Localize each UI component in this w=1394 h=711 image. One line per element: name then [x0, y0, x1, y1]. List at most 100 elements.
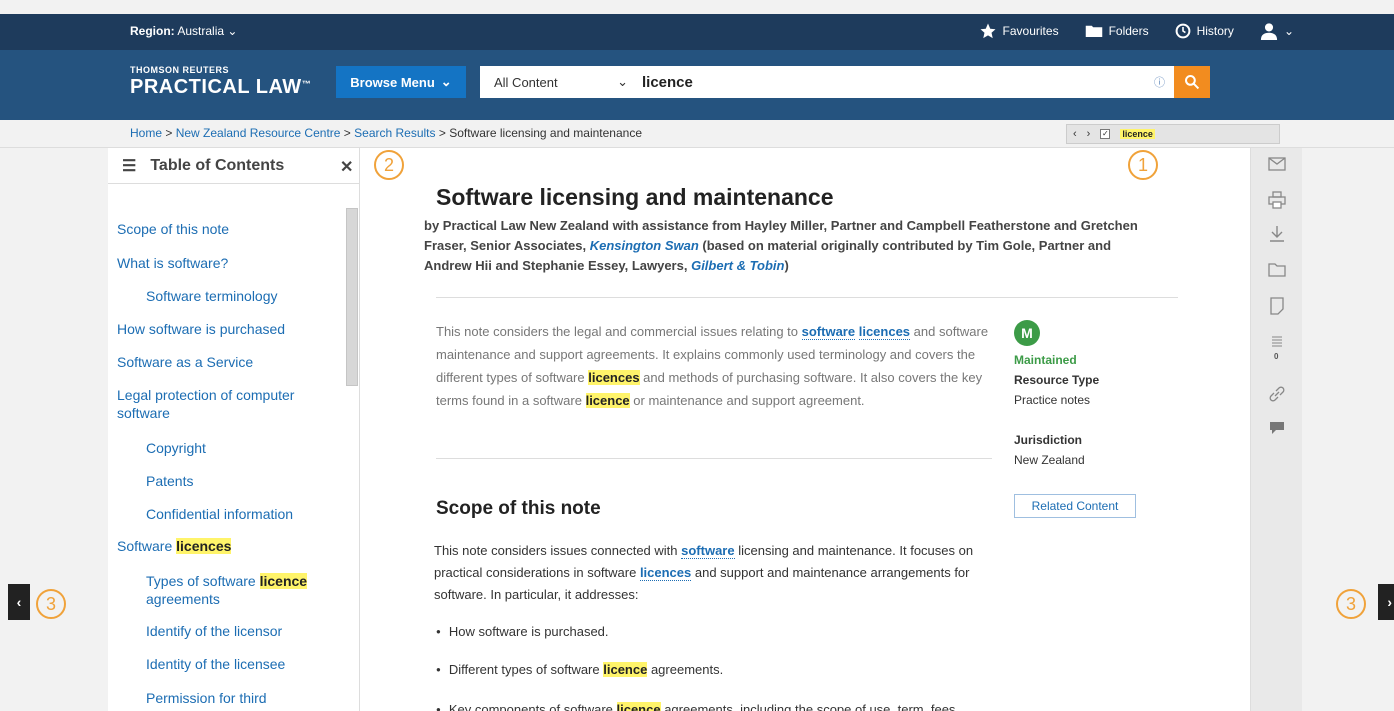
toc-item[interactable]: Types of software licence agreements	[146, 572, 336, 608]
toc-item[interactable]: Identify of the licensor	[146, 622, 336, 640]
breadcrumb-bar: Home > New Zealand Resource Centre > Sea…	[0, 120, 1394, 148]
region-selector[interactable]: Region: Australia ⌄	[130, 24, 237, 38]
toc-item[interactable]: Legal protection of computer software	[117, 386, 337, 422]
search-term-highlight: licence	[616, 702, 661, 711]
search-scope-select[interactable]: All Content ⌄	[480, 74, 638, 90]
star-icon	[980, 23, 996, 39]
document-toolbar: 0	[1250, 148, 1302, 711]
related-content-button[interactable]: Related Content	[1014, 494, 1136, 518]
callout-badge: 3	[1336, 589, 1366, 619]
scrollbar-thumb[interactable]	[346, 208, 358, 386]
search-term-highlight: licence	[603, 662, 648, 677]
chevron-down-icon: ⌄	[1283, 24, 1294, 38]
chevron-down-icon: ⌄	[617, 74, 628, 89]
table-of-contents: ☰ Table of Contents ✕ Scope of this note…	[108, 148, 360, 711]
toc-list: Scope of this note What is software? Sof…	[108, 184, 342, 711]
search-button[interactable]	[1174, 66, 1210, 98]
breadcrumb: Home > New Zealand Resource Centre > Sea…	[130, 126, 642, 140]
annotation-icon[interactable]	[1267, 296, 1287, 316]
toc-item[interactable]: How software is purchased	[117, 320, 337, 338]
search-term-highlight: licence	[259, 573, 308, 589]
document: Software licensing and maintenance by Pr…	[360, 148, 1250, 711]
search-bar: All Content ⌄ licence ⓘ	[480, 66, 1174, 98]
section-heading: Scope of this note	[436, 498, 601, 519]
logo-line2: PRACTICAL LAW™	[130, 76, 312, 98]
breadcrumb-current: Software licensing and maintenance	[449, 126, 642, 140]
search-input[interactable]: licence	[638, 74, 1154, 91]
breadcrumb-nz-resource-centre[interactable]: New Zealand Resource Centre	[176, 126, 341, 140]
term-navigator: ‹ › ✓ licence	[1066, 124, 1280, 144]
toc-title: Table of Contents	[150, 156, 285, 174]
toc-item[interactable]: Confidential information	[146, 505, 336, 523]
folder-icon[interactable]	[1267, 260, 1287, 280]
history-link[interactable]: History	[1175, 23, 1234, 39]
folder-icon	[1085, 25, 1102, 37]
user-menu[interactable]: ⌄	[1260, 22, 1294, 40]
toc-item[interactable]: Scope of this note	[117, 220, 337, 238]
top-nav: Favourites Folders History ⌄	[979, 22, 1294, 40]
search-term-highlight: licences	[588, 370, 640, 385]
document-lines-icon[interactable]	[1267, 332, 1287, 352]
breadcrumb-search-results[interactable]: Search Results	[354, 126, 435, 140]
toc-item[interactable]: Permission for third	[146, 689, 336, 707]
glossary-link[interactable]: licences	[858, 324, 911, 340]
callout-badge: 1	[1128, 150, 1158, 180]
search-icon	[1185, 75, 1200, 90]
previous-document-button[interactable]: ‹	[8, 584, 30, 620]
list-item: How software is purchased.	[436, 624, 609, 639]
print-icon[interactable]	[1267, 190, 1287, 210]
info-icon[interactable]: ⓘ	[1154, 74, 1174, 90]
resource-info: M Maintained Resource Type Practice note…	[1014, 320, 1099, 470]
search-term-highlight: licences	[176, 538, 232, 554]
glossary-link[interactable]: licences	[639, 565, 692, 581]
close-icon[interactable]: ✕	[340, 157, 353, 177]
scope-paragraph: This note considers issues connected wit…	[434, 543, 974, 602]
search-term-highlight: licence	[585, 393, 630, 408]
toc-item[interactable]: Copyright	[146, 439, 336, 457]
toc-scrollbar[interactable]	[344, 188, 360, 711]
region-value: Australia	[177, 24, 225, 38]
prev-term-icon[interactable]: ‹	[1073, 128, 1077, 140]
toc-item[interactable]: Software licences	[117, 537, 337, 555]
resource-type-label: Resource Type	[1014, 373, 1100, 387]
link-icon[interactable]	[1267, 384, 1287, 404]
browse-menu-button[interactable]: Browse Menu ⌄	[336, 66, 466, 98]
search-scope-value: All Content	[494, 74, 558, 90]
term-checkbox[interactable]: ✓	[1100, 129, 1111, 139]
practical-law-logo[interactable]: THOMSON REUTERS PRACTICAL LAW™	[130, 65, 311, 99]
divider	[436, 297, 1178, 298]
firm-link[interactable]: Gilbert & Tobin	[691, 258, 784, 273]
email-icon[interactable]	[1267, 154, 1287, 174]
top-bar: Region: Australia ⌄ Favourites Folders H…	[0, 14, 1394, 50]
list-item: Different types of software licence agre…	[436, 662, 723, 677]
list-item: Key components of software licence agree…	[436, 702, 955, 711]
hamburger-icon[interactable]: ☰	[122, 156, 136, 176]
browse-menu-label: Browse Menu	[350, 74, 435, 90]
next-term-icon[interactable]: ›	[1087, 128, 1091, 140]
toc-item[interactable]: Software terminology	[146, 287, 336, 305]
toc-item[interactable]: Patents	[146, 472, 336, 490]
firm-link[interactable]: Kensington Swan	[590, 238, 699, 253]
glossary-link[interactable]: software	[801, 324, 856, 340]
byline: by Practical Law New Zealand with assist…	[424, 218, 1138, 273]
download-icon[interactable]	[1267, 224, 1287, 244]
toc-item[interactable]: Identity of the licensee	[146, 655, 336, 673]
next-document-button[interactable]: ›	[1378, 584, 1394, 620]
term-filter-label: licence	[1120, 129, 1155, 139]
callout-badge: 3	[36, 589, 66, 619]
folders-link[interactable]: Folders	[1085, 24, 1149, 38]
favourites-link[interactable]: Favourites	[979, 22, 1059, 40]
divider	[436, 458, 992, 459]
comment-icon[interactable]	[1267, 418, 1287, 438]
glossary-link[interactable]: software	[681, 543, 735, 559]
breadcrumb-home[interactable]: Home	[130, 126, 162, 140]
abstract: This note considers the legal and commer…	[436, 324, 989, 408]
toc-item[interactable]: What is software?	[117, 254, 337, 272]
toc-item[interactable]: Software as a Service	[117, 353, 337, 371]
user-icon	[1260, 23, 1278, 40]
favourites-label: Favourites	[1002, 24, 1059, 38]
document-title: Software licensing and maintenance	[436, 184, 834, 210]
jurisdiction-value: New Zealand	[1014, 453, 1085, 467]
history-label: History	[1196, 24, 1234, 38]
folders-label: Folders	[1108, 24, 1149, 38]
